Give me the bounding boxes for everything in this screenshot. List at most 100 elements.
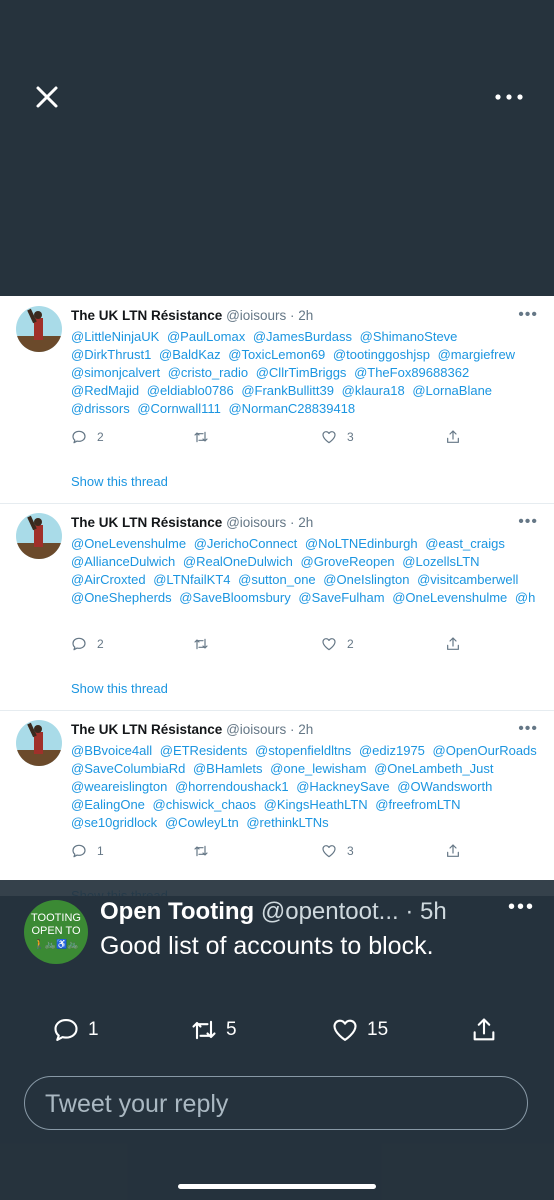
mention-link[interactable]: @DirkThrust1 — [71, 347, 151, 362]
mention-link[interactable]: @drissors — [71, 401, 130, 416]
mention-link[interactable]: @tootinggoshjsp — [333, 347, 430, 362]
mention-link[interactable]: @sutton_one — [238, 572, 316, 587]
mention-link[interactable]: @RedMajid — [71, 383, 139, 398]
mention-link[interactable]: @simonjcalvert — [71, 365, 160, 380]
mention-link[interactable]: @stopenfieldltns — [255, 743, 351, 758]
mention-link[interactable]: @CllrTimBriggs — [256, 365, 347, 380]
mention-link[interactable]: @TheFox89688362 — [354, 365, 469, 380]
mention-link[interactable]: @HackneySave — [296, 779, 389, 794]
mention-link[interactable]: @BaldKaz — [159, 347, 221, 362]
mention-link[interactable]: @ediz1975 — [359, 743, 425, 758]
mention-link[interactable]: @SaveBloomsbury — [179, 590, 290, 605]
retweet-button[interactable] — [193, 843, 219, 859]
reply-button[interactable]: 2 — [71, 429, 104, 445]
heart-icon — [333, 1019, 357, 1041]
mention-link[interactable]: @ToxicLemon69 — [228, 347, 325, 362]
tweet-more-icon[interactable]: ••• — [508, 896, 535, 919]
mention-link[interactable]: @freefromLTN — [375, 797, 460, 812]
mention-link[interactable]: @KingsHeathLTN — [264, 797, 368, 812]
mention-link[interactable]: @AirCroxted — [71, 572, 146, 587]
tweet-card[interactable]: The UK LTN Résistance @ioisours · 2h •••… — [0, 296, 554, 504]
mention-link[interactable]: @OpenOurRoads — [433, 743, 537, 758]
share-button[interactable] — [445, 429, 461, 445]
mention-link[interactable]: @OneLevenshulme — [71, 536, 186, 551]
retweet-button[interactable] — [193, 636, 219, 652]
mention-link[interactable]: @margiefrew — [438, 347, 516, 362]
like-button[interactable]: 15 — [331, 1016, 388, 1044]
mention-link[interactable]: @AllianceDulwich — [71, 554, 175, 569]
mention-link[interactable]: @OneLambeth_Just — [374, 761, 493, 776]
resistance-avatar[interactable] — [16, 306, 62, 352]
mention-link[interactable]: @ShimanoSteve — [360, 329, 458, 344]
resistance-avatar[interactable] — [16, 720, 62, 766]
resistance-avatar[interactable] — [16, 513, 62, 559]
mention-link[interactable]: @BBvoice4all — [71, 743, 152, 758]
close-button[interactable] — [30, 80, 64, 114]
mention-link[interactable]: @LittleNinjaUK — [71, 329, 159, 344]
mention-link[interactable]: @klaura18 — [342, 383, 405, 398]
mention-link[interactable]: @CowleyLtn — [165, 815, 239, 830]
mention-link[interactable]: @cristo_radio — [168, 365, 248, 380]
mention-link[interactable]: @BHamlets — [193, 761, 263, 776]
reply-button[interactable]: 1 — [52, 1016, 99, 1044]
tweet-more-icon[interactable]: ••• — [518, 720, 538, 738]
mention-link[interactable]: @NoLTNEdinburgh — [305, 536, 418, 551]
mention-link[interactable]: @east_craigs — [425, 536, 505, 551]
author-name[interactable]: The UK LTN Résistance — [71, 308, 222, 323]
mention-link[interactable]: @ETResidents — [160, 743, 248, 758]
author-name[interactable]: The UK LTN Résistance — [71, 722, 222, 737]
like-button[interactable]: 2 — [321, 636, 354, 652]
mention-link[interactable]: @RealOneDulwich — [183, 554, 293, 569]
mention-link[interactable]: @visitcamberwell — [417, 572, 518, 587]
reply-input[interactable] — [43, 1077, 507, 1131]
avatar-image-icon — [16, 515, 62, 559]
tweet-card[interactable]: The UK LTN Résistance @ioisours · 2h •••… — [0, 503, 554, 711]
mention-link[interactable]: @GroveReopen — [301, 554, 395, 569]
mention-link[interactable]: @rethinkLTNs — [246, 815, 328, 830]
mention-link[interactable]: @JerichoConnect — [194, 536, 298, 551]
open-tooting-avatar[interactable]: TOOTING OPEN TO 🚶🚲♿🚲 — [24, 900, 88, 964]
mention-link[interactable]: @horrendoushack1 — [175, 779, 289, 794]
author-name[interactable]: The UK LTN Résistance — [71, 515, 222, 530]
mention-link[interactable]: @OneIslington — [323, 572, 409, 587]
share-button[interactable] — [445, 636, 461, 652]
mention-link[interactable]: @LozellsLTN — [402, 554, 479, 569]
mention-link[interactable]: @eldiablo0786 — [147, 383, 234, 398]
mention-link[interactable]: @SaveColumbiaRd — [71, 761, 185, 776]
mention-link[interactable]: @LTNfailKT4 — [153, 572, 230, 587]
mention-link[interactable]: @SaveFulham — [298, 590, 384, 605]
reply-button[interactable]: 1 — [71, 843, 104, 859]
mention-link[interactable]: @se10gridlock — [71, 815, 157, 830]
share-button[interactable] — [445, 843, 461, 859]
avatar-image-icon — [16, 308, 62, 352]
home-indicator[interactable] — [178, 1184, 376, 1189]
tweet-more-icon[interactable]: ••• — [518, 513, 538, 531]
retweet-button[interactable]: 5 — [190, 1016, 237, 1044]
mention-link[interactable]: @JamesBurdass — [253, 329, 352, 344]
mention-link[interactable]: @NormanC28839418 — [228, 401, 355, 416]
mention-link[interactable]: @h — [515, 590, 535, 605]
tweet-more-icon[interactable]: ••• — [518, 306, 538, 324]
like-button[interactable]: 3 — [321, 429, 354, 445]
share-button[interactable] — [470, 1016, 498, 1044]
show-thread-link[interactable]: Show this thread — [71, 474, 168, 489]
author-name[interactable]: Open Tooting — [100, 898, 254, 925]
reply-button[interactable]: 2 — [71, 636, 104, 652]
show-thread-link[interactable]: Show this thread — [71, 681, 168, 696]
mention-link[interactable]: @weareislington — [71, 779, 167, 794]
retweet-button[interactable] — [193, 429, 219, 445]
mention-link[interactable]: @EalingOne — [71, 797, 145, 812]
mention-link[interactable]: @OneLevenshulme — [392, 590, 507, 605]
mention-link[interactable]: @LornaBlane — [412, 383, 492, 398]
mention-link[interactable]: @PaulLomax — [167, 329, 245, 344]
tweet-card[interactable]: The UK LTN Résistance @ioisours · 2h •••… — [0, 710, 554, 896]
reply-box[interactable] — [24, 1076, 528, 1131]
mention-link[interactable]: @Cornwall111 — [137, 401, 221, 416]
mention-link[interactable]: @chiswick_chaos — [153, 797, 257, 812]
mention-link[interactable]: @FrankBullitt39 — [241, 383, 334, 398]
mention-link[interactable]: @one_lewisham — [270, 761, 366, 776]
mention-link[interactable]: @OWandsworth — [397, 779, 492, 794]
more-button[interactable] — [492, 87, 526, 107]
like-button[interactable]: 3 — [321, 843, 354, 859]
mention-link[interactable]: @OneShepherds — [71, 590, 172, 605]
